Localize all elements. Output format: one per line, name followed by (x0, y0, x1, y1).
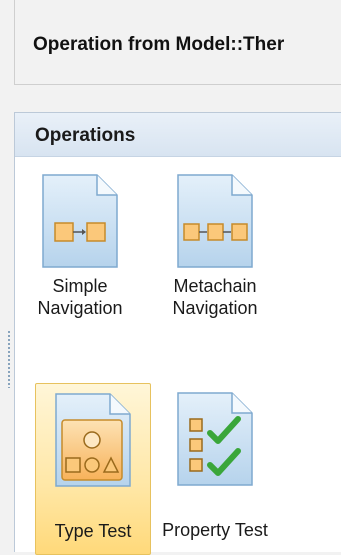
tool-label: Navigation (172, 298, 258, 318)
palette-drawer-title: Operations (35, 125, 136, 146)
divider (14, 84, 341, 85)
tool-label: Navigation (37, 298, 123, 318)
tool-type-test[interactable]: Type Test (35, 383, 151, 555)
page-title: Operation from Model::Ther (33, 34, 285, 55)
tool-metachain-navigation[interactable]: Metachain Navigation (150, 171, 280, 319)
tool-label: Property Test (162, 520, 268, 540)
property-test-icon (177, 392, 253, 486)
palette-drawer-header[interactable]: Operations (15, 113, 341, 157)
simple-navigation-icon (42, 174, 118, 268)
editor-header: Operation from Model::Ther (14, 0, 341, 84)
type-test-icon (55, 393, 131, 487)
resize-grip[interactable] (7, 330, 11, 388)
tool-label: Metachain (173, 276, 257, 296)
metachain-navigation-icon (177, 174, 253, 268)
tool-property-test[interactable]: Property Test (150, 389, 280, 541)
tool-label: Type Test (54, 521, 132, 541)
tool-label: Simple (52, 276, 108, 296)
operations-palette: Operations Simple Navigation Metachain N… (14, 112, 341, 555)
tool-simple-navigation[interactable]: Simple Navigation (15, 171, 145, 319)
